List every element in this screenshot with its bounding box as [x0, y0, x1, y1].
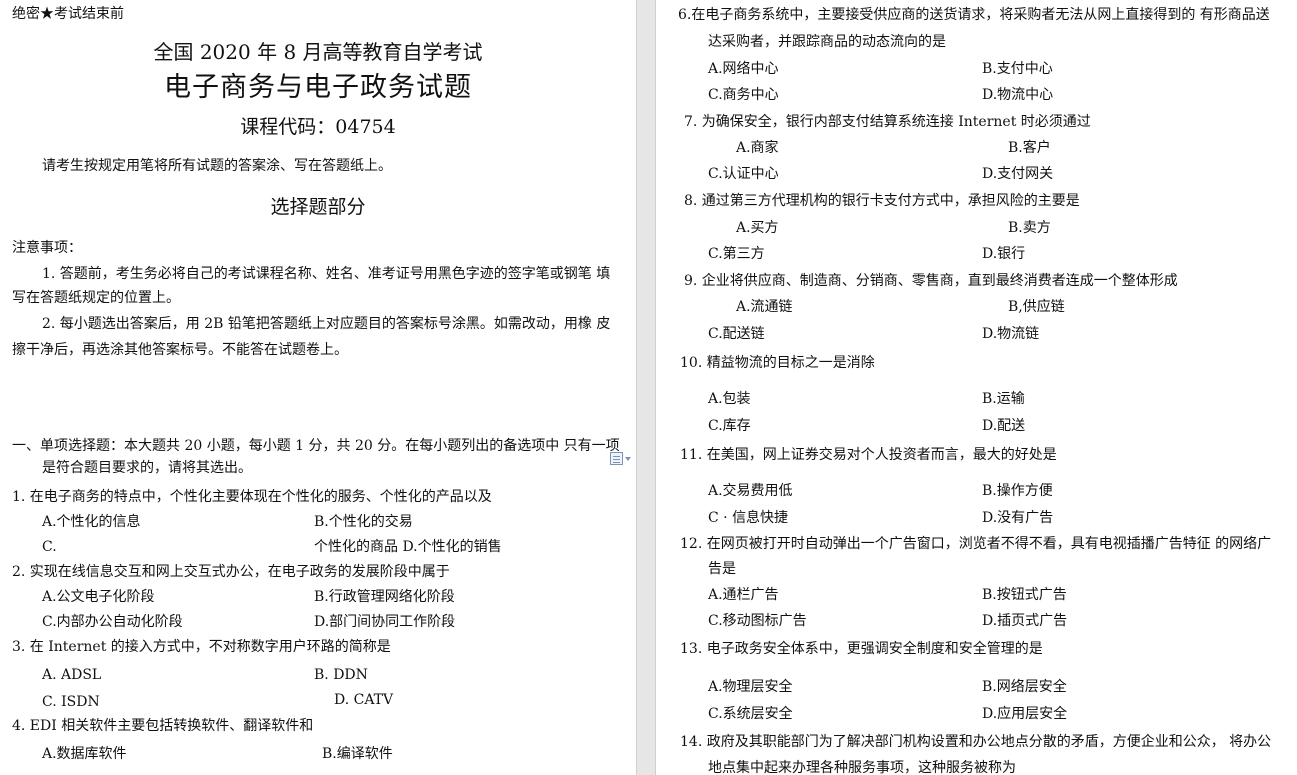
q3-option-c: C. ISDN — [42, 694, 100, 710]
q10-option-c: C.库存 — [708, 418, 751, 434]
note-2-line-1: 2. 每小题选出答案后，用 2B 铅笔把答题纸上对应题目的答案标号涂黑。如需改动… — [42, 316, 611, 332]
q8-option-a: A.买方 — [736, 220, 779, 236]
q1-option-a: A.个性化的信息 — [42, 514, 141, 530]
question-14-line-2: 地点集中起来办理各种服务事项，这种服务被称为 — [708, 760, 1016, 775]
q8-option-b: B.卖方 — [1008, 220, 1051, 236]
paragraph-anchor-icon[interactable] — [610, 452, 623, 465]
page-gutter — [636, 0, 656, 775]
q10-option-a: A.包装 — [708, 391, 751, 407]
question-9: 9. 企业将供应商、制造商、分销商、零售商，直到最终消费者连成一个整体形成 — [684, 273, 1178, 289]
question-8: 8. 通过第三方代理机构的银行卡支付方式中，承担风险的主要是 — [684, 193, 1080, 209]
q10-option-b: B.运输 — [982, 391, 1025, 407]
question-6-line-1: 6.在电子商务系统中，主要接受供应商的送货请求，将采购者无法从网上直接得到的 有… — [678, 7, 1270, 23]
q9-option-d: D.物流链 — [982, 326, 1040, 342]
q13-option-c: C.系统层安全 — [708, 706, 793, 722]
section-title: 选择题部分 — [270, 196, 366, 218]
question-12-line-1: 12. 在网页被打开时自动弹出一个广告窗口，浏览者不得不看，具有电视插播广告特征… — [680, 536, 1272, 552]
question-4: 4. EDI 相关软件主要包括转换软件、翻译软件和 — [12, 718, 314, 734]
q2-option-d: D.部门间协同工作阶段 — [314, 614, 456, 630]
question-14-line-1: 14. 政府及其职能部门为了解决部门机构设置和办公地点分散的矛盾，方便企业和公众… — [680, 734, 1272, 750]
q6-option-a: A.网络中心 — [708, 61, 779, 77]
q9-option-b: B,供应链 — [1008, 299, 1065, 315]
question-11: 11. 在美国，网上证券交易对个人投资者而言，最大的好处是 — [680, 447, 1057, 463]
q11-option-d: D.没有广告 — [982, 510, 1054, 526]
q12-option-a: A.通栏广告 — [708, 587, 779, 603]
q1-option-c-d: 个性化的商品 D.个性化的销售 — [314, 539, 502, 555]
question-7: 7. 为确保安全，银行内部支付结算系统连接 Internet 时必须通过 — [684, 114, 1091, 130]
q4-option-a: A.数据库软件 — [42, 746, 127, 762]
question-2: 2. 实现在线信息交互和网上交互式办公，在电子政务的发展阶段中属于 — [12, 564, 450, 580]
q9-option-a: A.流通链 — [736, 299, 793, 315]
exam-page-right: 6.在电子商务系统中，主要接受供应商的送货请求，将采购者无法从网上直接得到的 有… — [656, 0, 1297, 775]
q11-option-c: C · 信息快捷 — [708, 510, 789, 526]
course-code: 课程代码：04754 — [240, 116, 396, 138]
q12-option-c: C.移动图标广告 — [708, 613, 807, 629]
q6-option-c: C.商务中心 — [708, 87, 779, 103]
question-13: 13. 电子政务安全体系中，更强调安全制度和安全管理的是 — [680, 641, 1043, 657]
q11-option-a: A.交易费用低 — [708, 483, 793, 499]
question-3: 3. 在 Internet 的接入方式中，不对称数字用户环路的简称是 — [12, 639, 391, 655]
q13-option-b: B.网络层安全 — [982, 679, 1067, 695]
part1-heading-line-2: 是符合题目要求的，请将其选出。 — [42, 460, 252, 476]
q3-option-b: B. DDN — [314, 667, 368, 683]
q2-option-c: C.内部办公自动化阶段 — [42, 614, 183, 630]
q8-option-d: D.银行 — [982, 246, 1026, 262]
anchor-dropdown-icon[interactable] — [625, 457, 631, 461]
exam-page-left: 绝密★考试结束前 全国 2020 年 8 月高等教育自学考试 电子商务与电子政务… — [0, 0, 636, 775]
q2-option-b: B.行政管理网络化阶段 — [314, 589, 455, 605]
q4-option-b: B.编译软件 — [322, 746, 393, 762]
secret-label: 绝密★考试结束前 — [12, 6, 124, 22]
note-2-line-2: 擦干净后，再选涂其他答案标号。不能答在试题卷上。 — [12, 342, 348, 358]
question-12-line-2: 告是 — [708, 561, 736, 577]
note-1-line-1: 1. 答题前，考生务必将自己的考试课程名称、姓名、准考证号用黑色字迹的签字笔或钢… — [42, 266, 611, 282]
q1-option-c: C. — [42, 539, 57, 555]
instruction-text: 请考生按规定用笔将所有试题的答案涂、写在答题纸上。 — [42, 158, 392, 174]
q13-option-d: D.应用层安全 — [982, 706, 1068, 722]
q7-option-a: A.商家 — [736, 140, 779, 156]
question-1: 1. 在电子商务的特点中，个性化主要体现在个性化的服务、个性化的产品以及 — [12, 489, 492, 505]
q12-option-b: B.按钮式广告 — [982, 587, 1067, 603]
q3-option-d: D. CATV — [334, 692, 394, 708]
q12-option-d: D.插页式广告 — [982, 613, 1068, 629]
q13-option-a: A.物理层安全 — [708, 679, 793, 695]
question-6-line-2: 达采购者，并跟踪商品的动态流向的是 — [708, 34, 946, 50]
question-10: 10. 精益物流的目标之一是消除 — [680, 355, 875, 371]
q7-option-c: C.认证中心 — [708, 166, 779, 182]
q7-option-b: B.客户 — [1008, 140, 1051, 156]
q2-option-a: A.公文电子化阶段 — [42, 589, 155, 605]
q6-option-b: B.支付中心 — [982, 61, 1053, 77]
notes-heading: 注意事项： — [12, 240, 82, 256]
exam-title: 全国 2020 年 8 月高等教育自学考试 — [153, 40, 483, 64]
q11-option-b: B.操作方便 — [982, 483, 1053, 499]
note-1-line-2: 写在答题纸规定的位置上。 — [12, 290, 180, 306]
q8-option-c: C.第三方 — [708, 246, 765, 262]
q7-option-d: D.支付网关 — [982, 166, 1054, 182]
q6-option-d: D.物流中心 — [982, 87, 1054, 103]
subject-title: 电子商务与电子政务试题 — [164, 72, 472, 103]
q9-option-c: C.配送链 — [708, 326, 765, 342]
q10-option-d: D.配送 — [982, 418, 1026, 434]
q3-option-a: A. ADSL — [42, 667, 102, 683]
q1-option-b: B.个性化的交易 — [314, 514, 413, 530]
part1-heading-line-1: 一、单项选择题：本大题共 20 小题，每小题 1 分，共 20 分。在每小题列出… — [12, 438, 620, 454]
